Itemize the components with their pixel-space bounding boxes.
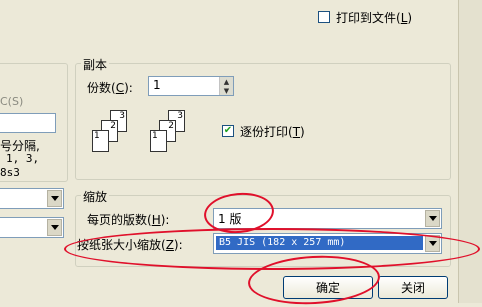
copies-spinner[interactable]: ▲ ▼	[219, 77, 233, 95]
copies-count-label: 份数(C):	[87, 81, 133, 95]
zoom-group-title: 缩放	[81, 188, 110, 205]
chevron-down-icon[interactable]	[47, 190, 62, 207]
page-range-hint: C(S)	[0, 95, 24, 108]
spin-up-icon[interactable]: ▲	[220, 77, 233, 86]
print-to-file-label: 打印到文件(L)	[336, 11, 413, 25]
collate-page-icon: 1	[92, 130, 109, 152]
chevron-down-icon[interactable]	[425, 210, 440, 227]
collate-page-icon: 1	[150, 130, 167, 152]
collate-checkbox[interactable]: ✔	[222, 125, 234, 137]
chevron-down-icon[interactable]	[47, 219, 62, 236]
copies-group-title: 副本	[81, 56, 110, 73]
print-what-combo[interactable]	[0, 188, 64, 209]
print-combo[interactable]	[0, 217, 64, 238]
print-to-file-checkbox[interactable]	[318, 11, 330, 23]
page-range-note-line3: 8s3	[0, 166, 20, 179]
pages-per-sheet-label: 每页的版数(H):	[87, 213, 170, 227]
collate-label: 逐份打印(T)	[240, 125, 305, 139]
close-button[interactable]: 关闭	[378, 276, 448, 299]
page-range-input[interactable]	[0, 113, 56, 133]
page-range-note-line2: 1, 3,	[6, 152, 40, 165]
spin-down-icon[interactable]: ▼	[220, 86, 233, 95]
